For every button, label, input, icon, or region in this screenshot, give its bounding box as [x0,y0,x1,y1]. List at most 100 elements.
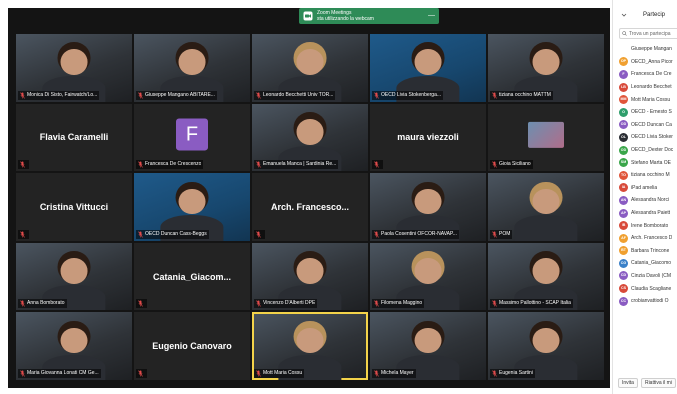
participant-list-name: Mott Maria Cossu [631,96,671,103]
participant-video-tile[interactable]: F Francesca De Crescenzo [134,103,250,172]
video-gallery: Monica Di Sisto, Fairwatch/Lo... Giuseppe… [8,8,610,388]
participant-list-item[interactable]: CD Cinzia Davoli (CM [613,270,677,283]
mic-muted-icon [374,300,379,307]
participant-video-tile[interactable]: Eugenio Canovaro [134,312,250,380]
participant-name-label [136,299,147,309]
participant-display-name: Arch. Francesco... [270,201,350,212]
participant-video-tile[interactable]: Michela Mayer [370,312,486,380]
participant-name: tiziana occhino MATTM [499,91,551,98]
participant-list-name: Barbara Trincone [631,247,670,254]
participant-video-tile[interactable]: Catania_Giacom... [134,242,250,311]
avatar: SM [619,158,628,168]
participant-list-name: crobianvattiodi O [631,298,669,305]
participant-name-label: Mott Maria Cossu [254,368,305,378]
participant-name-label: tiziana occhino MATTM [490,90,553,100]
participant-list-item[interactable]: OD OECD Duncan Ca [613,119,677,132]
participant-list-name: Stefano Marta OE [631,159,672,166]
participant-name: Leonardo Becchetti Univ TOR... [263,91,334,98]
participant-list-item[interactable]: BT Barbara Trincone [613,245,677,258]
participant-name: Giuseppe Mangano ABITARE... [145,91,215,98]
participant-video-tile[interactable]: tiziana occhino MATTM [488,34,604,102]
participant-list-item[interactable]: CG Catania_Giacomo [613,257,677,270]
profile-picture [528,122,564,149]
participant-display-name: maura viezzoli [397,132,459,143]
participant-name-label: OECD Livia Stokenberga... [372,90,444,100]
avatar: AF [619,233,628,243]
unmute-me-button[interactable]: Riattiva il mi [640,378,676,388]
participant-list-item[interactable]: LB Leonardo Becchet [613,81,677,94]
participant-list-item[interactable]: F Francesca De Cre [613,68,677,81]
participant-list-item[interactable]: OP OECD_Anna Picor [613,56,677,69]
avatar: F [619,69,628,79]
participant-video-tile[interactable]: Leonardo Becchetti Univ TOR... [252,34,368,102]
participant-name-label: POM [490,229,513,239]
participant-list-item[interactable]: IB Irene Bomborato [613,219,677,232]
mic-muted-icon [492,231,497,238]
participant-video-tile[interactable]: Monica Di Sisto, Fairwatch/Lo... [16,34,132,102]
invite-button[interactable]: Invita [618,378,638,388]
participant-name-label: Giuseppe Mangano ABITARE... [136,90,217,100]
participant-list-name: OECD_Dexter Doc [631,147,674,154]
participant-name-label [18,160,29,170]
participant-video-tile[interactable]: Paola Cosentini OFCOR-NAVAP... [370,173,486,241]
participant-name-label: Maria Giovanna Lonati CM Ge... [18,368,101,378]
participant-list-name: OECD - Ernesto S [631,109,672,116]
participant-video-tile[interactable]: OECD Livia Stokenberga... [370,34,486,102]
avatar: O [619,107,628,117]
mic-muted-icon [20,370,25,377]
participant-video-tile[interactable]: Anna Bomborato [16,242,132,311]
participant-video-tile[interactable]: Gioia Siciliano [488,103,604,172]
mic-muted-icon [256,161,261,168]
participant-list-item[interactable]: OD OECD_Dexter Doc [613,144,677,157]
participant-list-item[interactable]: AF Arch. Francesco D [613,232,677,245]
notification-close-button[interactable]: — [428,12,435,20]
participant-list-item[interactable]: CC crobianvattiodi O [613,295,677,308]
participant-name: Mott Maria Cossu [263,369,303,376]
participant-video-tile[interactable]: POM [488,173,604,241]
participant-video-tile[interactable]: Vincenzo D'Alberti DPE [252,242,368,311]
participant-video-tile[interactable]: Cristina Vittucci [16,173,132,241]
participant-list-item[interactable]: SM Stefano Marta OE [613,156,677,169]
participant-list-item[interactable]: AP Alessandra Paiett [613,207,677,220]
avatar: AN [619,195,628,205]
participant-list-item[interactable]: Giuseppe Mangan [613,43,677,56]
mic-muted-icon [256,370,261,377]
participant-video-tile[interactable]: Massimo Pallottino - SCAP Italia [488,242,604,311]
participant-search-input[interactable] [629,30,677,37]
participant-video-tile[interactable]: maura viezzoli [370,103,486,172]
participant-list-name: Irene Bomborato [631,222,669,229]
participant-video-tile[interactable]: Filomena Maggino [370,242,486,311]
avatar: CD [619,271,628,281]
participant-search-box[interactable] [619,28,677,39]
participant-video-tile[interactable]: Arch. Francesco... [252,173,368,241]
avatar: CC [619,296,628,306]
participant-list-item[interactable]: IA iPad amelia [613,182,677,195]
participant-name-label: Emanuela Manca | Sardinia Re... [254,160,339,170]
participant-video-tile[interactable]: OECD Duncan Cass-Beggs [134,173,250,241]
participant-list-name: OECD_Anna Picor [631,58,673,65]
participant-list-item[interactable]: O OECD - Ernesto S [613,106,677,119]
participant-video-tile[interactable]: Giuseppe Mangano ABITARE... [134,34,250,102]
participant-video-tile[interactable]: Eugenia Sartini [488,312,604,380]
participant-list-item[interactable]: TO tiziana occhino M [613,169,677,182]
participant-name: Monica Di Sisto, Fairwatch/Lo... [27,91,98,98]
participants-panel: Partecip Giuseppe ManganOPOECD_Anna Pico… [612,0,677,394]
participant-list-item[interactable]: CS Claudia Scagliane [613,282,677,295]
participant-name-label: Leonardo Becchetti Univ TOR... [254,90,336,100]
chevron-down-icon[interactable] [621,12,627,18]
participant-name: OECD Duncan Cass-Beggs [145,230,207,237]
participant-video-tile[interactable]: Flavia Caramelli [16,103,132,172]
participant-list-name: Catania_Giacomo [631,260,672,267]
participant-video-tile[interactable]: Emanuela Manca | Sardinia Re... [252,103,368,172]
avatar: OD [619,120,628,130]
participant-video-tile[interactable]: Maria Giovanna Lonati CM Ge... [16,312,132,380]
participant-list-item[interactable]: MM Mott Maria Cossu [613,93,677,106]
participant-list-name: Claudia Scagliane [631,285,672,292]
webcam-notification[interactable]: Zoom Meetings sta utilizzando la webcam … [299,8,439,24]
participant-list-item[interactable]: OL OECD Livia Stoker [613,131,677,144]
participant-list-name: Cinzia Davoli (CM [631,272,672,279]
participant-list-item[interactable]: AN Alessandra Norci [613,194,677,207]
participant-video-tile[interactable]: Mott Maria Cossu [252,312,368,380]
participant-display-name: Eugenio Canovaro [152,341,232,352]
participant-name-label: Monica Di Sisto, Fairwatch/Lo... [18,90,100,100]
